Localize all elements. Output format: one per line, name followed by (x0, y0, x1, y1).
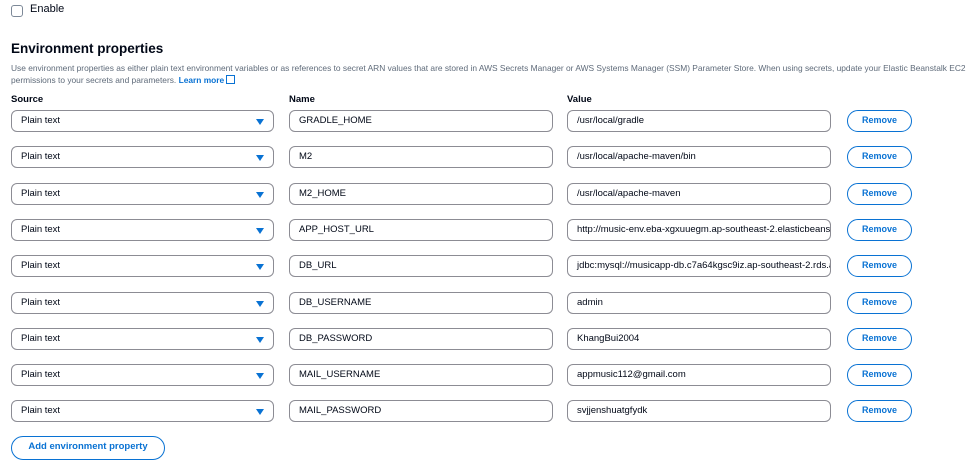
caret-down-icon (256, 191, 264, 198)
source-select[interactable]: Plain text (11, 400, 274, 423)
caret-down-icon (256, 409, 264, 416)
caret-down-icon (256, 227, 264, 234)
env-property-row: Plain text DB_PASSWORD KhangBui2004 Remo… (0, 327, 960, 350)
remove-button[interactable]: Remove (847, 182, 912, 205)
env-property-row: Plain text APP_HOST_URL http://music-env… (0, 218, 960, 241)
enable-checkbox[interactable] (11, 5, 23, 17)
remove-button[interactable]: Remove (847, 291, 912, 314)
value-input[interactable]: http://music-env.eba-xgxuuegm.ap-southea… (567, 218, 831, 241)
name-input[interactable]: APP_HOST_URL (289, 218, 553, 241)
name-input[interactable]: GRADLE_HOME (289, 110, 553, 132)
env-property-row: Plain text DB_USERNAME admin Remove (0, 291, 960, 314)
source-select[interactable]: Plain text (11, 218, 274, 241)
source-select[interactable]: Plain text (11, 364, 274, 387)
value-input[interactable]: appmusic112@gmail.com (567, 364, 831, 387)
section-title: Environment properties (11, 41, 164, 56)
caret-down-icon (256, 373, 264, 380)
source-select[interactable]: Plain text (11, 146, 274, 169)
learn-more-link[interactable]: Learn more (179, 75, 236, 85)
value-input[interactable]: jdbc:mysql://musicapp-db.c7a64kgsc9iz.ap… (567, 255, 831, 278)
value-input[interactable]: /usr/local/gradle (567, 110, 831, 132)
value-input[interactable]: admin (567, 291, 831, 314)
external-link-icon (226, 75, 236, 84)
value-input[interactable]: /usr/local/apache-maven (567, 182, 831, 205)
caret-down-icon (256, 119, 264, 125)
name-input[interactable]: DB_USERNAME (289, 291, 553, 314)
name-input[interactable]: DB_URL (289, 255, 553, 278)
source-column-header: Source (11, 94, 44, 105)
remove-button[interactable]: Remove (847, 327, 912, 350)
value-input[interactable]: svjjenshuatgfydk (567, 400, 831, 423)
remove-button[interactable]: Remove (847, 364, 912, 387)
remove-button[interactable]: Remove (847, 146, 912, 169)
name-input[interactable]: M2 (289, 146, 553, 169)
remove-button[interactable]: Remove (847, 255, 912, 278)
value-input[interactable]: /usr/local/apache-maven/bin (567, 146, 831, 169)
name-input[interactable]: DB_PASSWORD (289, 327, 553, 350)
caret-down-icon (256, 155, 264, 162)
env-property-row: Plain text MAIL_USERNAME appmusic112@gma… (0, 364, 960, 387)
env-property-row: Plain text MAIL_PASSWORD svjjenshuatgfyd… (0, 400, 960, 423)
env-property-row: Plain text DB_URL jdbc:mysql://musicapp-… (0, 255, 960, 278)
add-environment-property-button[interactable]: Add environment property (11, 436, 165, 460)
caret-down-icon (256, 300, 264, 307)
remove-button[interactable]: Remove (847, 400, 912, 423)
enable-label: Enable (30, 3, 65, 15)
source-select[interactable]: Plain text (11, 110, 274, 132)
section-description: Use environment properties as either pla… (11, 63, 966, 85)
name-input[interactable]: M2_HOME (289, 182, 553, 205)
name-column-header: Name (289, 94, 315, 105)
value-input[interactable]: KhangBui2004 (567, 327, 831, 350)
env-property-row: Plain text GRADLE_HOME /usr/local/gradle… (0, 110, 960, 132)
source-select[interactable]: Plain text (11, 291, 274, 314)
caret-down-icon (256, 264, 264, 271)
value-column-header: Value (567, 94, 592, 105)
caret-down-icon (256, 336, 264, 343)
name-input[interactable]: MAIL_USERNAME (289, 364, 553, 387)
name-input[interactable]: MAIL_PASSWORD (289, 400, 553, 423)
env-property-row: Plain text M2_HOME /usr/local/apache-mav… (0, 182, 960, 205)
source-select[interactable]: Plain text (11, 327, 274, 350)
env-property-row: Plain text M2 /usr/local/apache-maven/bi… (0, 146, 960, 169)
source-select[interactable]: Plain text (11, 182, 274, 205)
remove-button[interactable]: Remove (847, 218, 912, 241)
remove-button[interactable]: Remove (847, 110, 912, 132)
source-select[interactable]: Plain text (11, 255, 274, 278)
